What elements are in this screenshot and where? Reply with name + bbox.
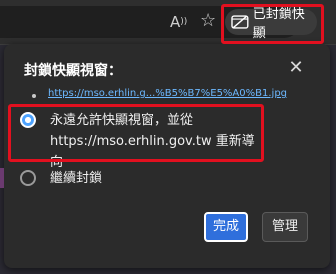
radio-always-allow[interactable] xyxy=(20,112,36,128)
dialog-title: 封鎖快顯視窗： xyxy=(24,63,122,79)
read-aloud-icon[interactable]: A)) xyxy=(170,12,192,32)
popup-blocked-label: 已封鎖快顯 xyxy=(252,7,305,41)
browser-toolbar: A)) ☆ 已封鎖快顯 xyxy=(0,0,336,45)
popup-blocked-icon xyxy=(231,15,249,29)
page-background-strip xyxy=(0,168,4,188)
done-button[interactable]: 完成 xyxy=(204,212,248,242)
option-always-allow-label[interactable]: 永遠允許快顯視窗，並從 https://mso.erhlin.gov.tw 重新… xyxy=(50,110,262,173)
radio-keep-blocking[interactable] xyxy=(20,170,36,186)
popup-blocked-dialog: 封鎖快顯視窗： ✕ https://mso.erhlin.g...%B5%B7%… xyxy=(4,44,330,268)
popup-blocked-button[interactable]: 已封鎖快顯 xyxy=(225,7,317,41)
close-icon[interactable]: ✕ xyxy=(286,58,306,78)
favorite-star-icon[interactable]: ☆ xyxy=(200,10,220,32)
bullet-dot xyxy=(32,94,36,98)
manage-button[interactable]: 管理 xyxy=(262,212,308,242)
option-keep-blocking-label[interactable]: 繼續封鎖 xyxy=(50,168,102,189)
blocked-popup-link[interactable]: https://mso.erhlin.g...%B5%B7%E5%A0%B1.j… xyxy=(48,88,287,99)
